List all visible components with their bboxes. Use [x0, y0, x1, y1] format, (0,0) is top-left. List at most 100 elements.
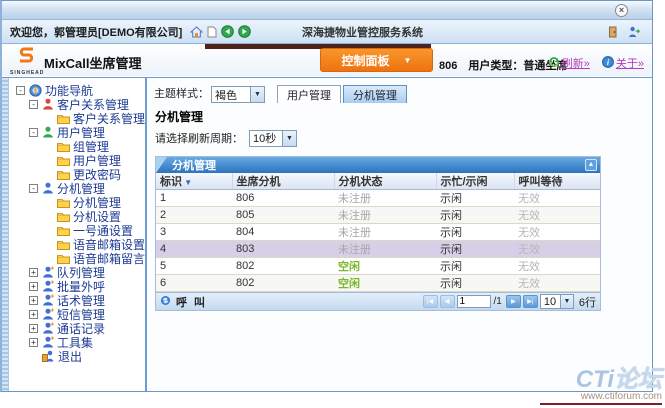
app-window: × 欢迎您，郭管理员[DEMO有限公司] 深海捷物业管控服务系统 SINGHEA… — [0, 0, 653, 392]
nav-icon — [29, 84, 42, 97]
control-panel-label: 控制面板 — [342, 52, 390, 69]
tab-user-management[interactable]: 用户管理 — [277, 85, 341, 103]
expand-icon[interactable]: + — [29, 282, 38, 291]
folder-icon — [57, 113, 70, 124]
table-cell: 示闲 — [436, 207, 514, 224]
table-cell: 6 — [156, 275, 232, 292]
theme-style-label: 主题样式： — [154, 85, 209, 101]
last-page-icon[interactable]: ▶| — [523, 295, 538, 308]
content-area: 主题样式： 褐色 ▼ 用户管理 分机管理 分机管理 请选择刷新周期： 10秒 — [147, 78, 652, 391]
main-area: -功能导航-客户关系管理客户关系管理-用户管理组管理用户管理更改密码-分机管理分… — [2, 77, 652, 391]
table-cell: 无效 — [514, 258, 600, 275]
panel-footer: 呼 叫 |◀ ◀ /1 ▶ ▶| 10 ▼ 6行 — [156, 292, 600, 310]
refresh-grid-icon[interactable] — [160, 295, 171, 309]
table-row[interactable]: 4803未注册示闲无效 — [156, 241, 600, 258]
refresh-period-select[interactable]: 10秒 ▼ — [249, 130, 297, 147]
collapse-icon[interactable]: - — [29, 184, 38, 193]
refresh-period-value: 10秒 — [253, 130, 278, 146]
table-row[interactable]: 2805未注册示闲无效 — [156, 207, 600, 224]
singhead-logo: SINGHEAD — [10, 46, 44, 76]
system-title: 深海捷物业管控服务系统 — [302, 24, 423, 40]
svg-text:+: + — [50, 322, 54, 329]
pagination: |◀ ◀ /1 ▶ ▶| 10 ▼ 6行 — [423, 294, 596, 310]
tab-extension-management[interactable]: 分机管理 — [343, 85, 407, 103]
panel-title: 分机管理 — [172, 157, 216, 173]
person-blue-icon — [42, 182, 54, 194]
document-icon[interactable] — [207, 26, 217, 38]
column-header[interactable]: 示忙/示闲 — [436, 173, 514, 190]
grid-body: 1806未注册示闲无效2805未注册示闲无效3804未注册示闲无效4803未注册… — [156, 190, 600, 292]
tree-item-label[interactable]: 退出 — [58, 348, 82, 365]
page-title: 分机管理 — [155, 108, 652, 125]
table-row[interactable]: 5802空闲示闲无效 — [156, 258, 600, 275]
collapse-icon[interactable]: - — [16, 86, 25, 95]
table-cell: 805 — [232, 207, 334, 224]
folder-icon — [57, 239, 70, 250]
collapse-icon[interactable]: - — [29, 128, 38, 137]
about-link[interactable]: i 关于» — [602, 55, 644, 71]
row-count: 6行 — [579, 294, 596, 310]
table-cell: 802 — [232, 258, 334, 275]
table-cell: 空闲 — [334, 258, 436, 275]
table-cell: 4 — [156, 241, 232, 258]
next-page-icon[interactable]: ▶ — [506, 295, 521, 308]
collapse-panel-icon[interactable]: ▲ — [585, 159, 597, 171]
first-page-icon[interactable]: |◀ — [423, 295, 438, 308]
table-cell: 803 — [232, 241, 334, 258]
folder-icon — [57, 141, 70, 152]
prev-page-icon[interactable]: ◀ — [440, 295, 455, 308]
chevron-down-icon: ▼ — [250, 87, 264, 102]
home-icon[interactable] — [190, 26, 203, 38]
table-cell: 3 — [156, 224, 232, 241]
collapse-icon[interactable]: - — [29, 100, 38, 109]
welcome-text: 欢迎您，郭管理员[DEMO有限公司] — [10, 24, 182, 40]
table-row[interactable]: 3804未注册示闲无效 — [156, 224, 600, 241]
page-size-select[interactable]: 10 ▼ — [540, 294, 574, 309]
theme-select-value: 褐色 — [215, 87, 246, 103]
column-header[interactable]: 标识 ▼ — [156, 173, 232, 190]
column-header[interactable]: 分机状态 — [334, 173, 436, 190]
person-star-icon: + — [42, 322, 54, 334]
close-icon[interactable]: × — [615, 4, 628, 17]
refresh-period-label: 请选择刷新周期： — [155, 130, 243, 146]
watermark-logo-right: 论坛 — [614, 366, 662, 393]
panel-titlebar: 分机管理 ▲ — [156, 157, 600, 173]
chevron-down-icon: ▼ — [560, 295, 573, 308]
person-star-icon: + — [42, 266, 54, 278]
table-row[interactable]: 6802空闲示闲无效 — [156, 275, 600, 292]
expand-icon[interactable]: + — [29, 296, 38, 305]
expand-icon[interactable]: + — [29, 310, 38, 319]
chevron-down-icon: ▼ — [404, 56, 412, 65]
logo-s-icon — [16, 46, 38, 65]
control-panel-button[interactable]: 控制面板 ▼ — [320, 48, 433, 72]
forward-icon[interactable] — [238, 25, 251, 38]
sort-desc-icon[interactable]: ▼ — [182, 178, 192, 187]
watermark-underline — [540, 403, 662, 405]
expand-icon[interactable]: + — [29, 338, 38, 347]
table-cell: 无效 — [514, 241, 600, 258]
expand-icon[interactable]: + — [29, 324, 38, 333]
svg-text:+: + — [50, 280, 54, 287]
column-header[interactable]: 坐席分机 — [232, 173, 334, 190]
person-green-icon — [42, 126, 54, 138]
logout-person-icon[interactable] — [628, 26, 640, 38]
back-icon[interactable] — [221, 25, 234, 38]
app-header: SINGHEAD MixCall坐席管理 控制面板 ▼ 806 用户类型：普通坐… — [2, 44, 652, 76]
table-row[interactable]: 1806未注册示闲无效 — [156, 190, 600, 207]
column-header[interactable]: 呼叫等待 — [514, 173, 600, 190]
table-cell: 示闲 — [436, 224, 514, 241]
refresh-period-row: 请选择刷新周期： 10秒 ▼ — [155, 128, 652, 148]
page-input[interactable] — [457, 295, 491, 308]
call-button[interactable]: 呼 叫 — [176, 294, 207, 310]
info-icon: i — [602, 56, 614, 71]
tree-item[interactable]: 退出 — [9, 349, 145, 363]
expand-icon[interactable]: + — [29, 268, 38, 277]
refresh-link[interactable]: 刷新» — [548, 55, 590, 71]
table-cell: 804 — [232, 224, 334, 241]
theme-select[interactable]: 褐色 ▼ — [211, 86, 265, 103]
svg-text:+: + — [50, 266, 54, 273]
window-titlebar: × — [2, 1, 652, 20]
exit-door-icon[interactable] — [607, 26, 619, 38]
watermark-logo-left: CTi — [576, 366, 614, 393]
folder-icon — [57, 253, 70, 264]
